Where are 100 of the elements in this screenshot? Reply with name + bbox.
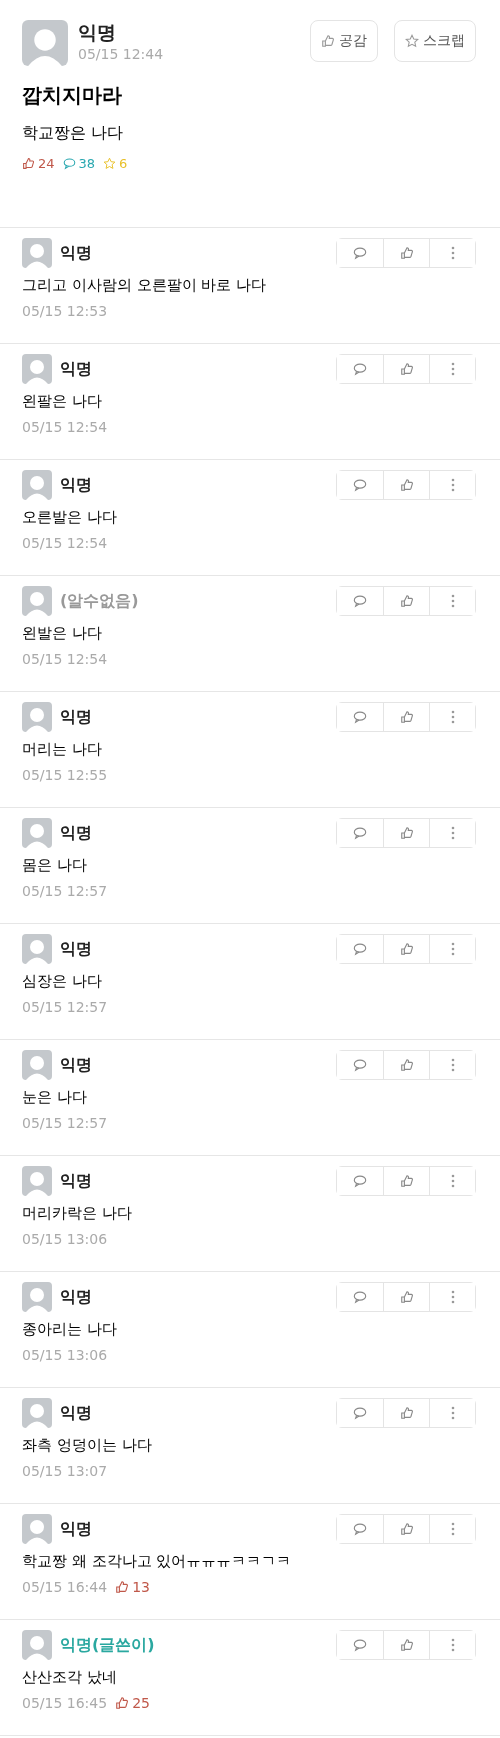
avatar-icon	[22, 1050, 52, 1080]
thumbs-up-icon	[22, 157, 35, 170]
avatar-icon	[22, 1282, 52, 1312]
speech-bubble-icon	[62, 157, 76, 170]
comment-author: 익명	[60, 938, 92, 960]
comment-text: 왼팔은 나다	[22, 392, 103, 411]
more-icon	[450, 826, 455, 840]
thumbs-up-icon	[399, 1406, 414, 1420]
like-button[interactable]: 공감	[310, 20, 378, 62]
comment-text: 눈은 나다	[22, 1088, 88, 1107]
thumbs-up-icon	[399, 1638, 414, 1652]
speech-bubble-icon	[353, 362, 367, 376]
comment-text: 종아리는 나다	[22, 1320, 118, 1339]
comment-time: 05/15 16:45	[22, 1695, 108, 1711]
post-body: 학교짱은 나다	[22, 123, 125, 144]
thumbs-up-icon	[115, 1696, 130, 1710]
more-icon	[450, 478, 455, 492]
speech-bubble-icon	[353, 1058, 367, 1072]
speech-bubble-icon	[353, 1290, 367, 1304]
more-icon	[450, 1522, 455, 1536]
speech-bubble-icon	[353, 1638, 367, 1652]
more-icon	[450, 1290, 455, 1304]
comment-time: 05/15 13:07	[22, 1463, 108, 1479]
thumbs-up-icon	[399, 826, 414, 840]
comment-time: 05/15 12:57	[22, 883, 108, 899]
comment-text: 학교짱 왜 조각나고 있어ㅠㅠㅠㅋㅋㄱㅋ	[22, 1552, 293, 1571]
comment-text: 산산조각 났네	[22, 1668, 118, 1687]
comment-time: 05/15 12:55	[22, 767, 108, 783]
comment-time: 05/15 13:06	[22, 1347, 108, 1363]
comment-count: 38	[62, 156, 96, 171]
more-icon	[450, 594, 455, 608]
comment-author: 익명	[60, 1286, 92, 1308]
thumbs-up-icon	[321, 34, 335, 48]
comment-time: 05/15 12:53	[22, 303, 108, 319]
comment-author: 익명	[60, 1402, 92, 1424]
comment-author: 익명	[60, 358, 92, 380]
scrap-button[interactable]: 스크랩	[394, 20, 476, 62]
thumbs-up-icon	[399, 942, 414, 956]
comment-time: 05/15 12:57	[22, 999, 108, 1015]
comment-time: 05/15 12:57	[22, 1115, 108, 1131]
comment-time: 05/15 13:06	[22, 1231, 108, 1247]
scrap-count: 6	[103, 156, 128, 171]
avatar-icon	[22, 238, 52, 268]
speech-bubble-icon	[353, 1406, 367, 1420]
thumbs-up-icon	[399, 594, 414, 608]
comment-author: 익명	[60, 822, 92, 844]
comment-text: 오른발은 나다	[22, 508, 118, 527]
speech-bubble-icon	[353, 710, 367, 724]
comment-text: 그리고 이사람의 오른팔이 바로 나다	[22, 276, 268, 295]
post-time: 05/15 12:44	[78, 46, 165, 62]
avatar-icon	[22, 470, 52, 500]
more-icon	[450, 1406, 455, 1420]
comment-text: 왼발은 나다	[22, 624, 103, 643]
speech-bubble-icon	[353, 1522, 367, 1536]
thumbs-up-icon	[399, 710, 414, 724]
speech-bubble-icon	[353, 246, 367, 260]
comment-author: 익명	[60, 1054, 92, 1076]
thumbs-up-icon	[399, 1174, 414, 1188]
avatar-icon	[22, 20, 68, 66]
thumbs-up-icon	[399, 1058, 414, 1072]
more-icon	[450, 1174, 455, 1188]
thumbs-up-icon	[399, 362, 414, 376]
thumbs-up-icon	[399, 1522, 414, 1536]
speech-bubble-icon	[353, 942, 367, 956]
like-count: 24	[22, 156, 55, 171]
speech-bubble-icon	[353, 594, 367, 608]
avatar-icon	[22, 1398, 52, 1428]
comment-author: 익명(글쓴이)	[60, 1634, 155, 1656]
speech-bubble-icon	[353, 1174, 367, 1188]
comment-author: 익명	[60, 706, 92, 728]
speech-bubble-icon	[353, 478, 367, 492]
comment-time: 05/15 12:54	[22, 419, 108, 435]
author-name: 익명	[78, 20, 117, 45]
thumbs-up-icon	[399, 246, 414, 260]
comment-text: 좌측 엉덩이는 나다	[22, 1436, 153, 1455]
star-icon	[103, 157, 117, 170]
comment-text: 심장은 나다	[22, 972, 103, 991]
comment-author: (알수없음)	[60, 590, 139, 612]
avatar-icon	[22, 934, 52, 964]
comment-author: 익명	[60, 1170, 92, 1192]
comment-text: 몸은 나다	[22, 856, 88, 875]
speech-bubble-icon	[353, 826, 367, 840]
more-icon	[450, 710, 455, 724]
more-icon	[450, 246, 455, 260]
more-icon	[450, 942, 455, 956]
comment-time: 05/15 16:44	[22, 1579, 108, 1595]
comment-author: 익명	[60, 1518, 92, 1540]
avatar-icon	[22, 1166, 52, 1196]
like-count: 13	[115, 1579, 150, 1595]
avatar-icon	[22, 586, 52, 616]
thumbs-up-icon	[115, 1580, 130, 1594]
like-count: 25	[115, 1695, 150, 1711]
comment-time: 05/15 12:54	[22, 535, 108, 551]
avatar-icon	[22, 1514, 52, 1544]
star-icon	[405, 34, 419, 48]
avatar-icon	[22, 354, 52, 384]
more-icon	[450, 1058, 455, 1072]
comment-author: 익명	[60, 242, 92, 264]
comment-time: 05/15 12:54	[22, 651, 108, 667]
avatar-icon	[22, 818, 52, 848]
